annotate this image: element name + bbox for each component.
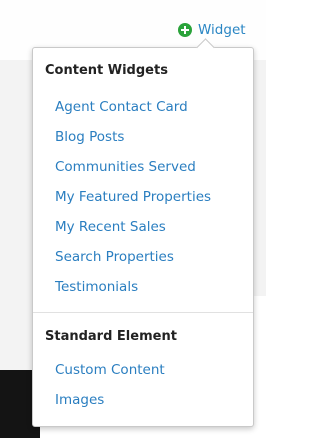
menu-item-images[interactable]: Images xyxy=(33,385,253,415)
menu-item-testimonials[interactable]: Testimonials xyxy=(33,272,253,302)
add-widget-button[interactable]: Widget xyxy=(178,22,246,38)
section-title-standard-element: Standard Element xyxy=(45,329,177,344)
widget-dropdown-menu: Content Widgets Agent Contact Card Blog … xyxy=(32,38,254,427)
add-widget-label: Widget xyxy=(198,22,246,38)
standard-element-section: Standard Element Custom Content Images xyxy=(33,313,253,415)
menu-item-communities-served[interactable]: Communities Served xyxy=(33,152,253,182)
content-widgets-section: Content Widgets Agent Contact Card Blog … xyxy=(33,48,253,302)
section-title-content-widgets: Content Widgets xyxy=(45,63,168,78)
plus-circle-icon xyxy=(178,23,192,37)
menu-item-my-featured-properties[interactable]: My Featured Properties xyxy=(33,182,253,212)
menu-item-my-recent-sales[interactable]: My Recent Sales xyxy=(33,212,253,242)
menu-item-agent-contact-card[interactable]: Agent Contact Card xyxy=(33,92,253,122)
menu-item-custom-content[interactable]: Custom Content xyxy=(33,355,253,385)
menu-item-blog-posts[interactable]: Blog Posts xyxy=(33,122,253,152)
menu-item-search-properties[interactable]: Search Properties xyxy=(33,242,253,272)
